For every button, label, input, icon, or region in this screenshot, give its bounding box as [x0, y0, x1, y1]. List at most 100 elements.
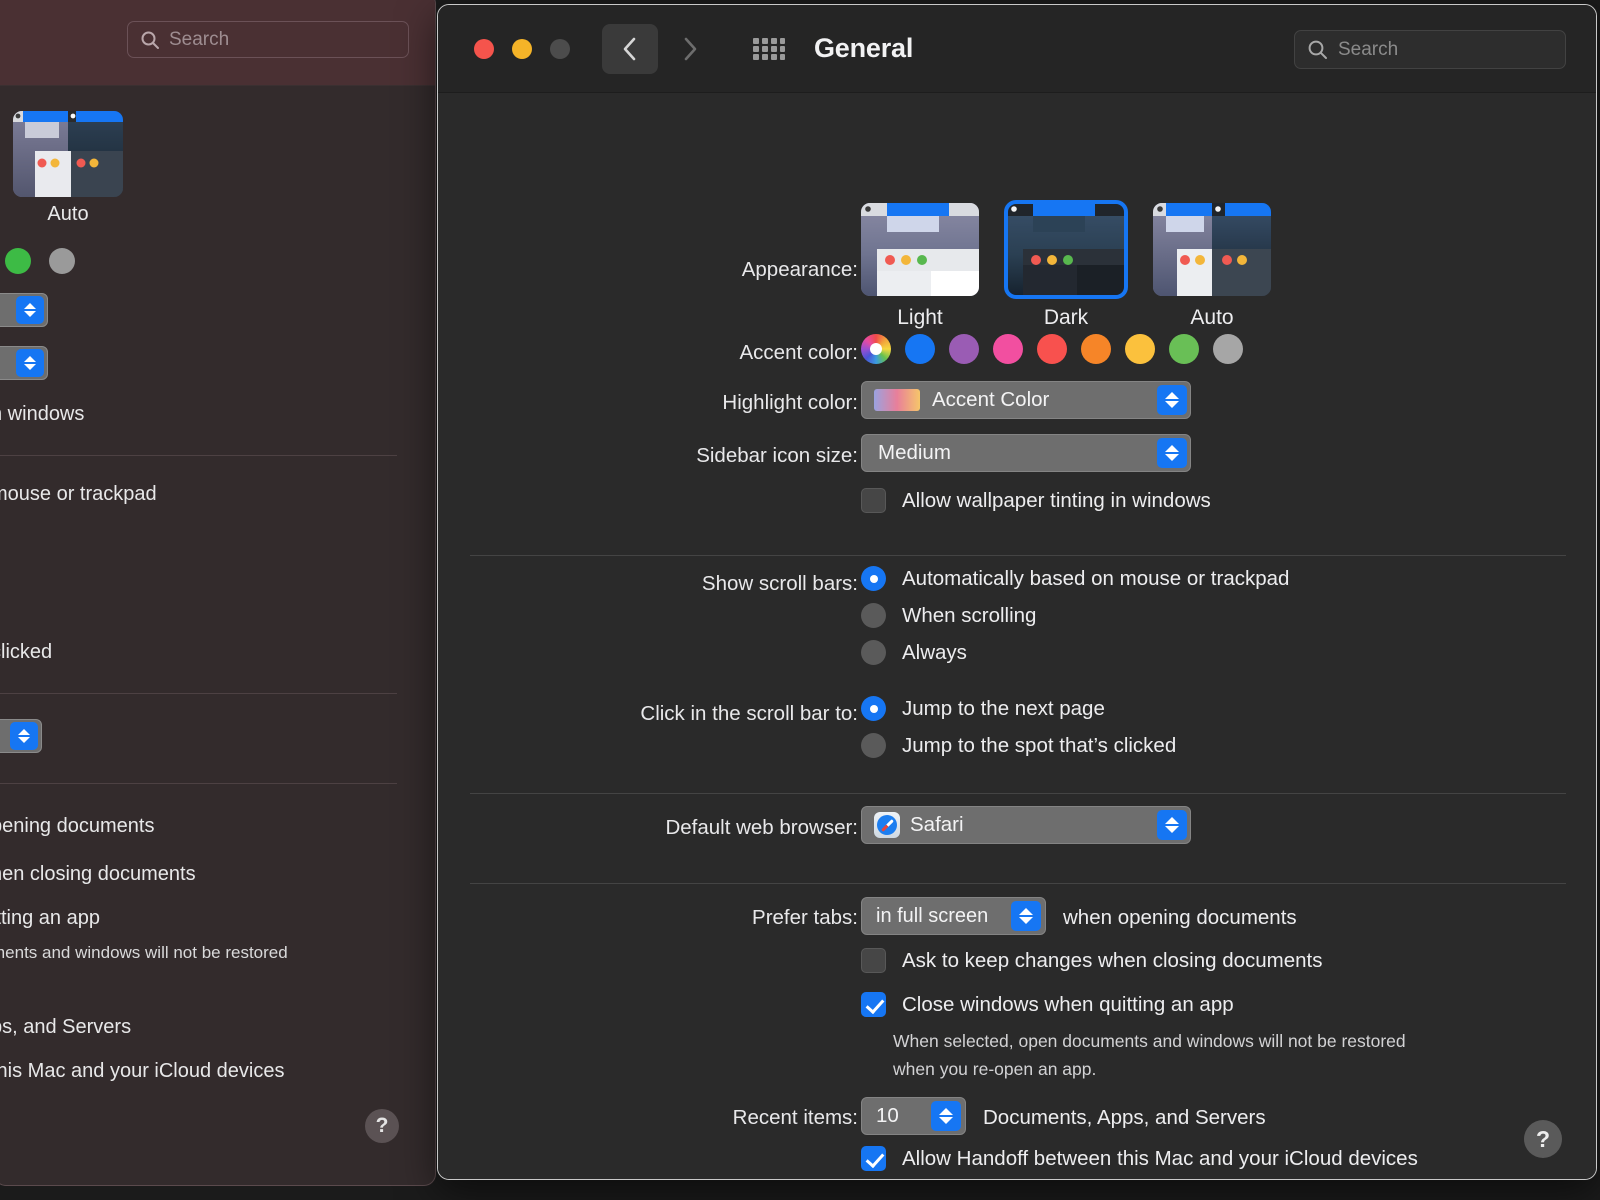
help-button[interactable]: ?	[1524, 1120, 1562, 1158]
chevron-right-icon	[684, 37, 697, 60]
appearance-option-dark[interactable]: Dark	[1004, 200, 1128, 330]
stepper-icon	[10, 722, 38, 750]
accent-swatch-blue[interactable]	[905, 334, 935, 364]
accent-swatch-green[interactable]	[5, 248, 31, 274]
general-preferences-window[interactable]: General Search Appearance: Light Dark Au…	[437, 4, 1597, 1180]
click-scroll-bar-options[interactable]: Jump to the next page Jump to the spot t…	[861, 696, 1176, 758]
prefer-tabs-label: Prefer tabs:	[752, 906, 858, 929]
stepper-icon	[1011, 901, 1041, 931]
stepper-icon	[16, 349, 44, 377]
default-browser-label: Default web browser:	[665, 816, 858, 839]
close-windows-checkbox[interactable]	[861, 992, 886, 1017]
background-handoff-text: this Mac and your iCloud devices	[0, 1060, 285, 1082]
scroll-bars-radio-automatic[interactable]	[861, 566, 886, 591]
highlight-color-popup[interactable]: Accent Color	[861, 381, 1191, 419]
background-default-browser-popup[interactable]	[0, 719, 42, 753]
highlight-color-value: Accent Color	[932, 388, 1050, 411]
accent-swatch-yellow[interactable]	[1125, 334, 1155, 364]
scroll-bars-option-when-scrolling-label: When scrolling	[902, 603, 1037, 627]
click-scroll-option-spot-clicked[interactable]: Jump to the spot that’s clicked	[861, 733, 1176, 758]
show-all-button[interactable]	[752, 35, 786, 63]
background-sidebar-icon-size-popup[interactable]	[0, 346, 48, 380]
preferences-content: Appearance: Light Dark Auto Accent color…	[438, 93, 1596, 1179]
recent-items-value: 10	[876, 1104, 899, 1127]
show-scroll-bars-label: Show scroll bars:	[701, 572, 858, 595]
default-browser-value: Safari	[910, 813, 964, 836]
background-ask-keep-text: hen closing documents	[0, 863, 196, 885]
close-button[interactable]	[474, 38, 494, 59]
ask-keep-changes-row[interactable]: Ask to keep changes when closing documen…	[861, 948, 1323, 973]
auto-appearance-preview-icon	[1153, 203, 1271, 296]
sidebar-icon-size-popup[interactable]: Medium	[861, 434, 1191, 472]
recent-items-popup[interactable]: 10	[861, 1097, 966, 1135]
accent-swatch-multicolor[interactable]	[861, 334, 891, 364]
background-wallpaper-tinting-text: n windows	[0, 403, 85, 425]
zoom-button[interactable]	[550, 38, 570, 59]
back-button[interactable]	[602, 23, 658, 74]
background-search-field[interactable]: Search	[127, 21, 409, 58]
click-scroll-bar-label: Click in the scroll bar to:	[640, 702, 858, 725]
default-browser-popup[interactable]: Safari	[861, 806, 1191, 844]
accent-swatch-red[interactable]	[1037, 334, 1067, 364]
background-accent-swatches[interactable]	[5, 248, 75, 274]
background-appearance-thumbnail-auto[interactable]	[13, 111, 123, 197]
appearance-option-auto[interactable]: Auto	[1153, 203, 1271, 330]
divider-3	[470, 883, 1566, 884]
handoff-checkbox[interactable]	[861, 1146, 886, 1171]
accent-swatch-pink[interactable]	[993, 334, 1023, 364]
accent-swatch-purple[interactable]	[949, 334, 979, 364]
background-scroll-auto-text: mouse or trackpad	[0, 483, 157, 505]
forward-button[interactable]	[662, 24, 718, 74]
click-scroll-option-next-page[interactable]: Jump to the next page	[861, 696, 1176, 721]
scroll-bars-radio-when-scrolling[interactable]	[861, 603, 886, 628]
background-divider-3	[0, 783, 397, 784]
click-scroll-radio-spot-clicked[interactable]	[861, 733, 886, 758]
stepper-icon	[931, 1101, 961, 1131]
scroll-bars-option-automatic[interactable]: Automatically based on mouse or trackpad	[861, 566, 1289, 591]
handoff-label: Allow Handoff between this Mac and your …	[902, 1146, 1418, 1170]
preferences-search-field[interactable]: Search	[1294, 30, 1566, 69]
divider-1	[470, 555, 1566, 556]
appearance-option-light[interactable]: Light	[861, 203, 979, 330]
background-recent-items-text: ps, and Servers	[0, 1016, 132, 1038]
accent-swatch-orange[interactable]	[1081, 334, 1111, 364]
window-title: General	[814, 33, 914, 63]
wallpaper-tinting-checkbox[interactable]	[861, 488, 886, 513]
background-help-button[interactable]: ?	[365, 1109, 399, 1143]
recent-items-suffix: Documents, Apps, and Servers	[983, 1106, 1266, 1129]
accent-swatch-green[interactable]	[1169, 334, 1199, 364]
scroll-bars-radio-always[interactable]	[861, 640, 886, 665]
show-scroll-bars-options[interactable]: Automatically based on mouse or trackpad…	[861, 566, 1289, 665]
background-highlight-color-popup[interactable]	[0, 293, 48, 327]
scroll-bars-option-when-scrolling[interactable]: When scrolling	[861, 603, 1289, 628]
appearance-option-light-label: Light	[897, 306, 943, 329]
navigation-buttons[interactable]	[602, 23, 718, 74]
background-appearance-label: Auto	[47, 203, 89, 225]
appearance-options[interactable]: Light Dark Auto	[861, 200, 1271, 330]
wallpaper-tinting-row[interactable]: Allow wallpaper tinting in windows	[861, 488, 1211, 513]
close-windows-row[interactable]: Close windows when quitting an app	[861, 992, 1234, 1017]
handoff-row[interactable]: Allow Handoff between this Mac and your …	[861, 1146, 1418, 1171]
close-windows-note-line1: When selected, open documents and window…	[893, 1031, 1406, 1051]
accent-swatch-graphite[interactable]	[49, 248, 75, 274]
chevron-left-icon	[623, 37, 636, 60]
minimize-button[interactable]	[512, 38, 532, 59]
click-scroll-radio-next-page[interactable]	[861, 696, 886, 721]
background-close-windows-text: itting an app	[0, 907, 100, 929]
background-preferences-window[interactable]: Search Auto n windows mouse or trackpad …	[0, 0, 436, 1186]
window-toolbar: General Search	[438, 5, 1596, 93]
highlight-color-label: Highlight color:	[722, 391, 858, 414]
stepper-icon	[16, 296, 44, 324]
sidebar-icon-size-label: Sidebar icon size:	[696, 444, 858, 467]
prefer-tabs-popup[interactable]: in full screen	[861, 897, 1046, 935]
accent-swatch-graphite[interactable]	[1213, 334, 1243, 364]
auto-appearance-preview-icon	[13, 111, 123, 197]
search-icon	[141, 31, 159, 49]
search-icon	[1308, 40, 1327, 59]
traffic-lights[interactable]	[474, 38, 570, 59]
accent-color-swatches[interactable]	[861, 334, 1243, 364]
wallpaper-tinting-label: Allow wallpaper tinting in windows	[902, 488, 1211, 512]
scroll-bars-option-always[interactable]: Always	[861, 640, 1289, 665]
ask-keep-changes-checkbox[interactable]	[861, 948, 886, 973]
background-divider-2	[0, 693, 397, 694]
